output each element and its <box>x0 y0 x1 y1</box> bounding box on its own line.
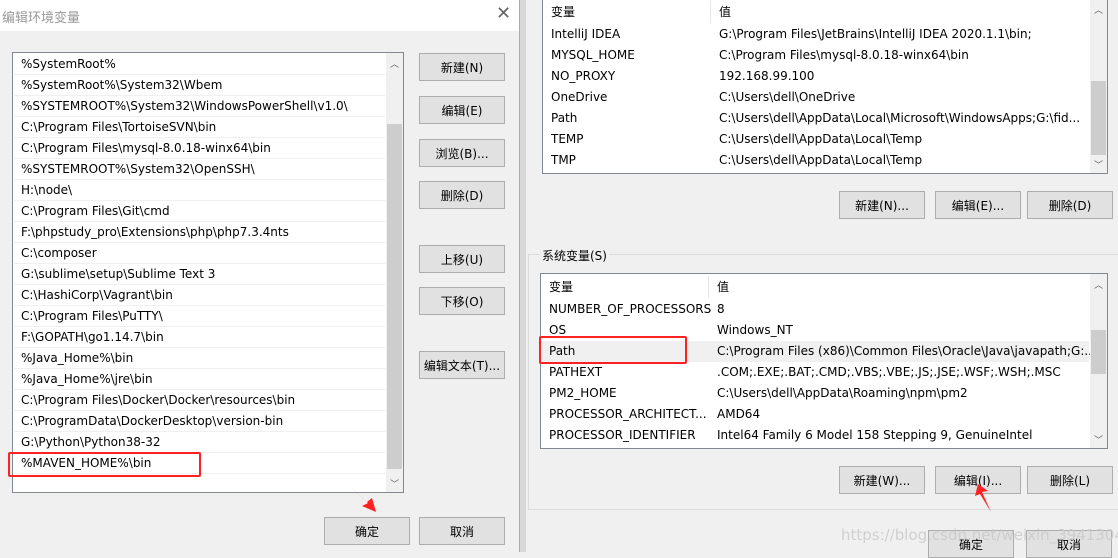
annotation-arrows <box>344 481 991 512</box>
arrow-to-edit-icon <box>975 484 991 512</box>
arrow-to-ok-icon <box>344 481 376 512</box>
